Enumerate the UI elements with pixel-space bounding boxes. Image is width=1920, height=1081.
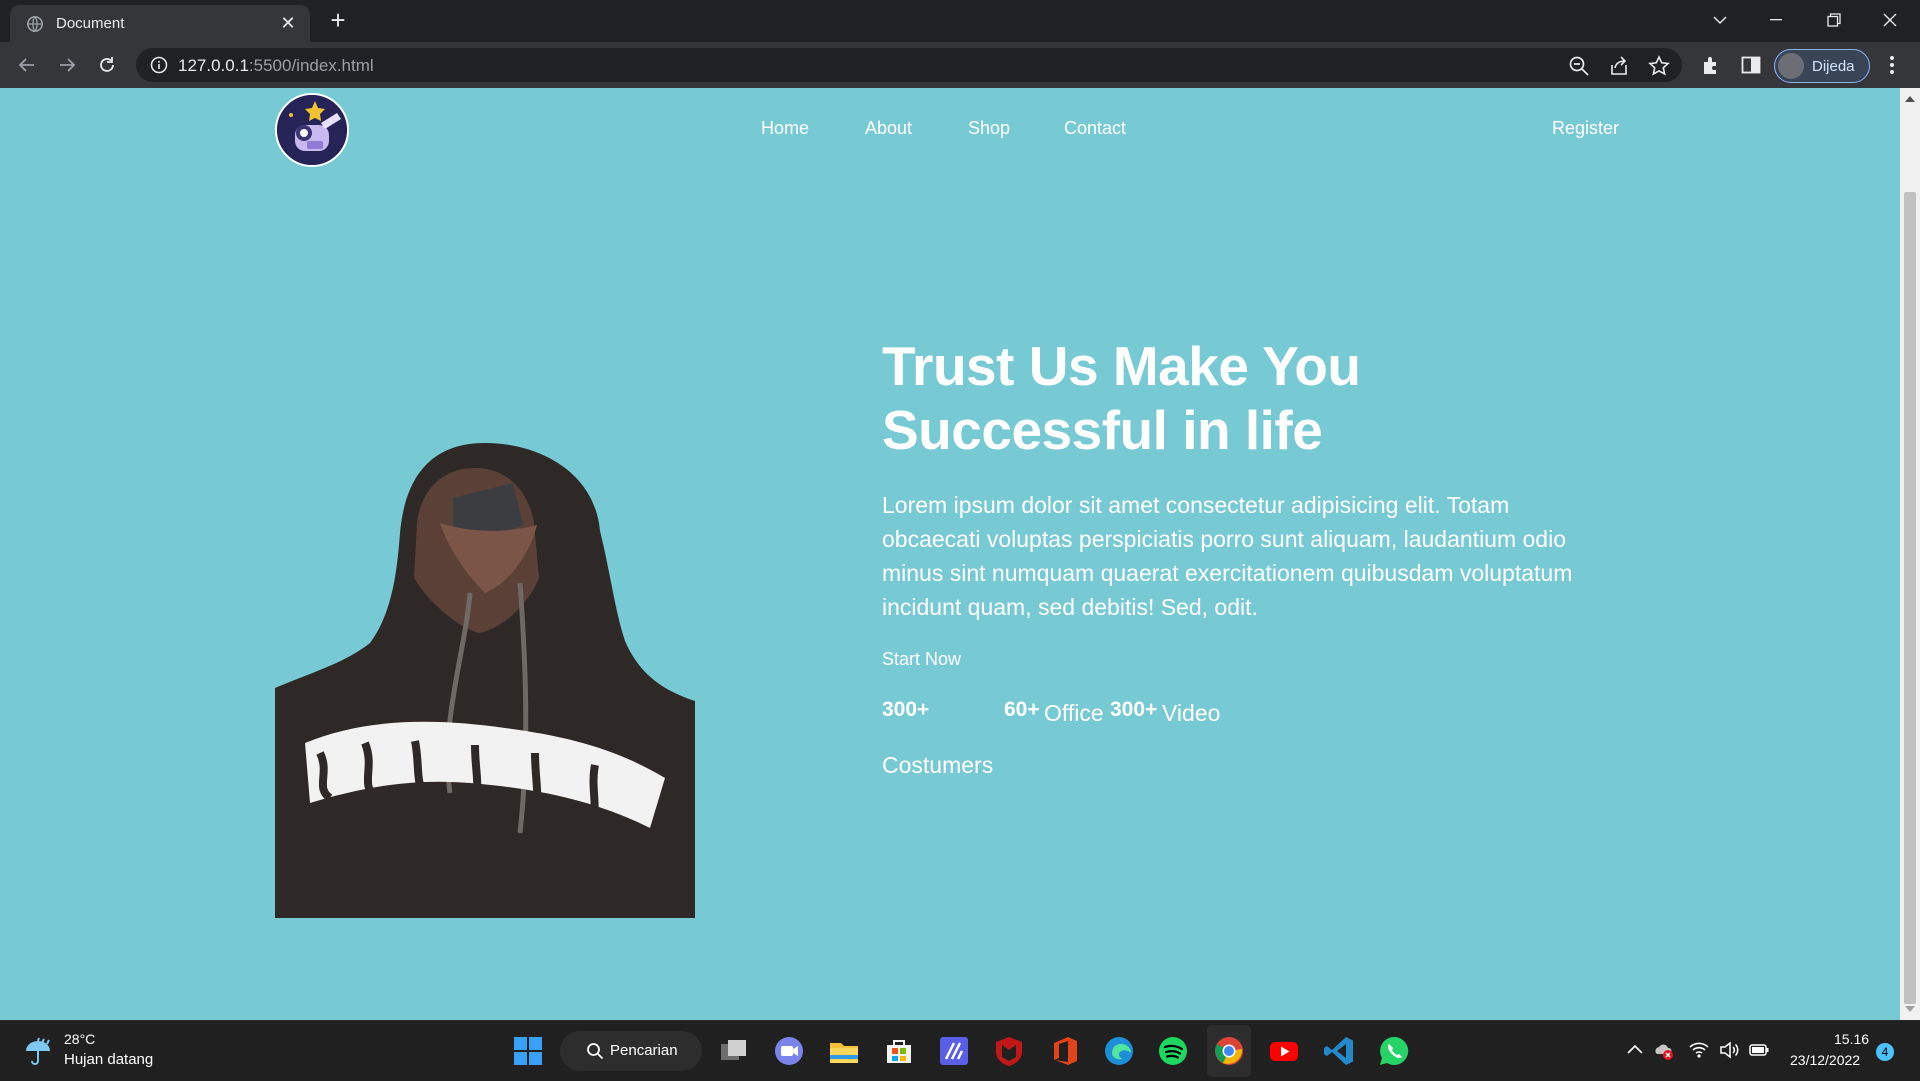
close-icon xyxy=(1883,13,1897,27)
back-button[interactable] xyxy=(12,50,42,80)
arrow-left-icon xyxy=(18,58,34,72)
page-scrollbar[interactable] xyxy=(1900,88,1920,1020)
zoom-icon[interactable] xyxy=(1568,55,1590,77)
window-close-button[interactable] xyxy=(1862,0,1918,40)
minimize-button[interactable] xyxy=(1748,0,1804,40)
side-panel-icon[interactable] xyxy=(1740,54,1762,76)
chevron-up-icon[interactable] xyxy=(1624,1039,1646,1061)
profile-button[interactable]: Dijeda xyxy=(1774,49,1870,83)
nav-shop-link[interactable]: Shop xyxy=(968,118,1010,139)
browser-tab[interactable]: Document ✕ xyxy=(10,5,310,42)
office-icon[interactable] xyxy=(1048,1035,1080,1067)
register-link[interactable]: Register xyxy=(1552,118,1619,139)
vscode-icon[interactable] xyxy=(1323,1035,1355,1067)
nav-about-link[interactable]: About xyxy=(865,118,912,139)
mcafee-icon[interactable] xyxy=(993,1035,1025,1067)
hero-photo xyxy=(275,443,695,918)
nav-home-link[interactable]: Home xyxy=(761,118,809,139)
umbrella-rain-icon[interactable] xyxy=(22,1035,54,1067)
profile-name: Dijeda xyxy=(1812,57,1855,75)
chevron-down-icon xyxy=(1713,16,1727,25)
notification-badge[interactable]: 4 xyxy=(1876,1043,1894,1061)
globe-icon xyxy=(26,15,44,32)
more-menu-icon[interactable] xyxy=(1880,54,1904,76)
whatsapp-icon[interactable] xyxy=(1378,1035,1410,1067)
reload-button[interactable] xyxy=(92,50,122,80)
arrow-right-icon xyxy=(60,58,76,72)
stat-office-value: 60+ xyxy=(1004,698,1040,721)
search-label: Pencarian xyxy=(610,1042,678,1059)
visual-studio-app-icon[interactable] xyxy=(938,1035,970,1067)
browser-toolbar: 127.0.0.1:5500/index.html Dijeda xyxy=(0,42,1920,88)
tab-title: Document xyxy=(56,15,125,32)
astronaut-logo-icon xyxy=(277,95,347,165)
nav-contact-link[interactable]: Contact xyxy=(1064,118,1126,139)
address-bar[interactable]: 127.0.0.1:5500/index.html xyxy=(136,48,1682,82)
info-icon[interactable] xyxy=(150,56,168,74)
site-logo[interactable] xyxy=(275,93,349,167)
hero-title: Trust Us Make You Successful in life xyxy=(882,335,1361,461)
reload-icon xyxy=(100,57,114,72)
volume-icon[interactable] xyxy=(1718,1039,1740,1061)
taskbar-search[interactable]: Pencarian xyxy=(560,1031,702,1071)
hero-description: Lorem ipsum dolor sit amet consectetur a… xyxy=(882,492,1573,620)
battery-icon[interactable] xyxy=(1748,1039,1770,1061)
microsoft-store-icon[interactable] xyxy=(883,1035,915,1067)
youtube-icon[interactable] xyxy=(1268,1035,1300,1067)
windows-start-icon[interactable] xyxy=(512,1035,544,1067)
avatar xyxy=(1778,53,1804,79)
browser-tab-strip: Document ✕ + xyxy=(0,0,1920,42)
new-tab-button[interactable]: + xyxy=(324,6,352,34)
tab-search-button[interactable] xyxy=(1692,0,1748,40)
url-text: 127.0.0.1:5500/index.html xyxy=(178,56,374,75)
tab-close-icon[interactable]: ✕ xyxy=(274,13,302,34)
stat-video-value: 300+ xyxy=(1110,698,1158,721)
star-icon[interactable] xyxy=(1648,55,1670,77)
spotify-icon[interactable] xyxy=(1157,1035,1189,1067)
web-page: Home About Shop Contact Register Trust U… xyxy=(0,88,1900,1020)
scroll-down-arrow-icon[interactable] xyxy=(1905,1006,1915,1012)
teams-chat-icon[interactable] xyxy=(773,1035,805,1067)
weather-description[interactable]: Hujan datang xyxy=(64,1051,153,1068)
task-view-icon[interactable] xyxy=(718,1035,750,1067)
onedrive-error-icon[interactable] xyxy=(1652,1039,1674,1061)
restore-button[interactable] xyxy=(1806,0,1862,40)
edge-icon[interactable] xyxy=(1103,1035,1135,1067)
stat-costumers-value: 300+ xyxy=(882,698,930,721)
start-now-link[interactable]: Start Now xyxy=(882,649,961,670)
restore-icon xyxy=(1827,13,1841,27)
scrollbar-thumb[interactable] xyxy=(1904,192,1916,1004)
extensions-icon[interactable] xyxy=(1700,54,1722,76)
search-icon xyxy=(587,1043,604,1060)
share-icon[interactable] xyxy=(1608,55,1630,77)
stat-costumers-label: Costumers xyxy=(882,752,994,778)
clock-time[interactable]: 15.16 xyxy=(1834,1031,1869,1047)
clock-date[interactable]: 23/12/2022 xyxy=(1790,1052,1860,1068)
wifi-icon[interactable] xyxy=(1688,1039,1710,1061)
scroll-up-arrow-icon[interactable] xyxy=(1905,96,1915,102)
file-explorer-icon[interactable] xyxy=(828,1035,860,1067)
weather-temperature[interactable]: 28°C xyxy=(64,1031,95,1047)
forward-button[interactable] xyxy=(52,50,82,80)
chrome-icon[interactable] xyxy=(1213,1035,1245,1067)
minimize-icon xyxy=(1770,19,1782,21)
taskbar: 28°C Hujan datang Pencarian 15.16 23/12/… xyxy=(0,1020,1920,1081)
stat-office-label: Office xyxy=(1044,700,1104,726)
stat-video-label: Video xyxy=(1162,700,1221,726)
